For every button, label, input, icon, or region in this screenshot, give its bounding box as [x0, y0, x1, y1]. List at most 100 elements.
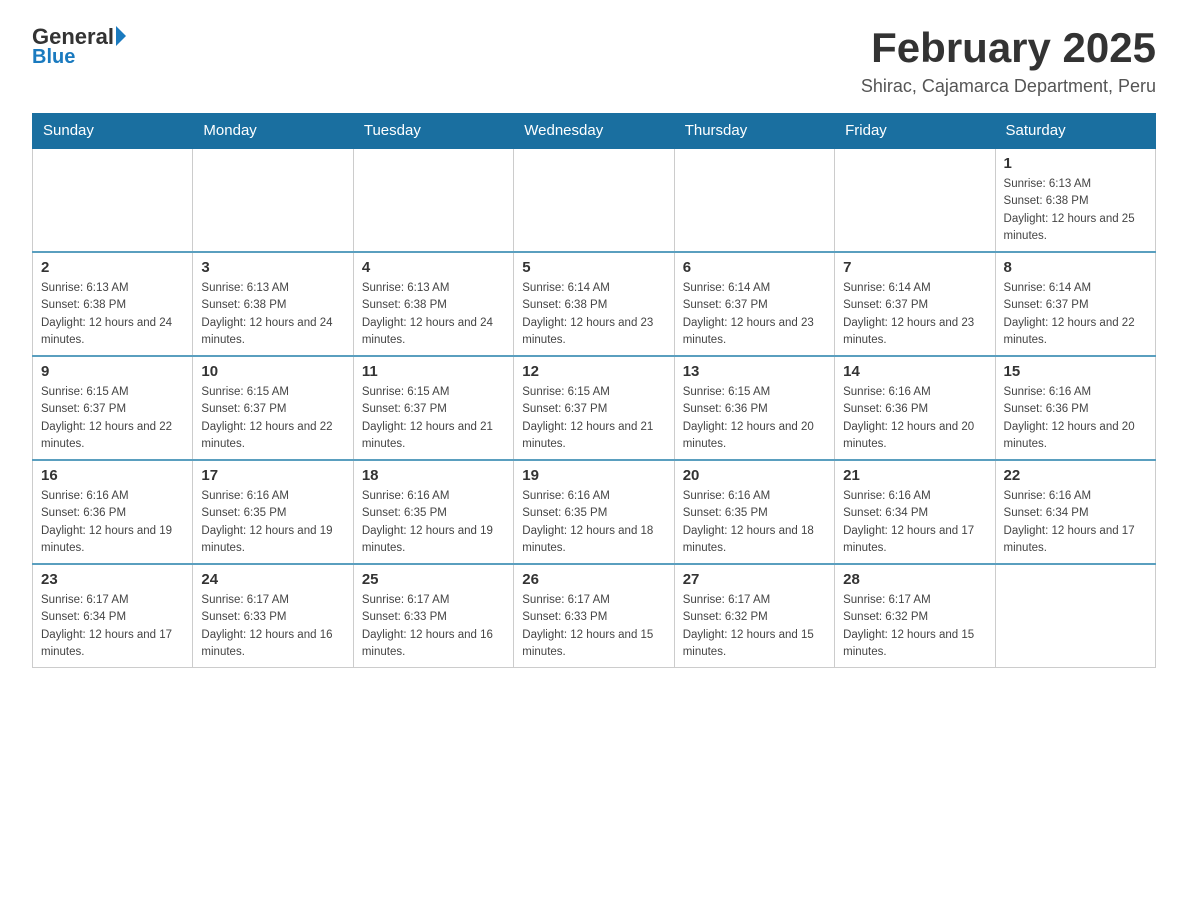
calendar-header-row: Sunday Monday Tuesday Wednesday Thursday…: [33, 114, 1156, 149]
day-number: 10: [201, 363, 344, 380]
calendar-day-cell: 23 Sunrise: 6:17 AMSunset: 6:34 PMDayligh…: [33, 564, 193, 668]
col-wednesday: Wednesday: [514, 114, 674, 149]
col-sunday: Sunday: [33, 114, 193, 149]
calendar-week-row: 2Sunrise: 6:13 AMSunset: 6:38 PMDaylight…: [33, 252, 1156, 356]
calendar-day-cell: 18 Sunrise: 6:16 AMSunset: 6:35 PMDayligh…: [353, 460, 513, 564]
day-info: Sunrise: 6:17 AMSunset: 6:33 PMDaylight:…: [522, 592, 665, 661]
col-saturday: Saturday: [995, 114, 1155, 149]
calendar-day-cell: 12 Sunrise: 6:15 AMSunset: 6:37 PMDayligh…: [514, 356, 674, 460]
calendar-day-cell: 9Sunrise: 6:15 AMSunset: 6:37 PMDaylight…: [33, 356, 193, 460]
day-info: Sunrise: 6:13 AMSunset: 6:38 PMDaylight:…: [1004, 176, 1147, 245]
day-number: 4: [362, 259, 505, 276]
calendar-day-cell: 5 Sunrise: 6:14 AMSunset: 6:38 PMDaylight…: [514, 252, 674, 356]
day-info: Sunrise: 6:14 AMSunset: 6:37 PMDaylight:…: [683, 280, 826, 349]
day-info: Sunrise: 6:15 AMSunset: 6:37 PMDaylight:…: [41, 384, 184, 453]
day-number: 14: [843, 363, 986, 380]
day-number: 20: [683, 467, 826, 484]
location-subtitle: Shirac, Cajamarca Department, Peru: [861, 76, 1156, 97]
day-number: 21: [843, 467, 986, 484]
calendar-day-cell: 16 Sunrise: 6:16 AMSunset: 6:36 PMDayligh…: [33, 460, 193, 564]
day-info: Sunrise: 6:15 AMSunset: 6:37 PMDaylight:…: [522, 384, 665, 453]
day-number: 12: [522, 363, 665, 380]
calendar-day-cell: 6 Sunrise: 6:14 AMSunset: 6:37 PMDaylight…: [674, 252, 834, 356]
calendar-day-cell: 1 Sunrise: 6:13 AMSunset: 6:38 PMDaylight…: [995, 148, 1155, 252]
logo: General Blue: [32, 24, 126, 69]
calendar-week-row: 9Sunrise: 6:15 AMSunset: 6:37 PMDaylight…: [33, 356, 1156, 460]
day-info: Sunrise: 6:13 AMSunset: 6:38 PMDaylight:…: [362, 280, 505, 349]
calendar-day-cell: 10 Sunrise: 6:15 AMSunset: 6:37 PMDayligh…: [193, 356, 353, 460]
calendar-day-cell: 22Sunrise: 6:16 AMSunset: 6:34 PMDayligh…: [995, 460, 1155, 564]
day-info: Sunrise: 6:14 AMSunset: 6:38 PMDaylight:…: [522, 280, 665, 349]
day-info: Sunrise: 6:17 AMSunset: 6:32 PMDaylight:…: [843, 592, 986, 661]
calendar-day-cell: 15Sunrise: 6:16 AMSunset: 6:36 PMDayligh…: [995, 356, 1155, 460]
day-number: 27: [683, 571, 826, 588]
day-info: Sunrise: 6:13 AMSunset: 6:38 PMDaylight:…: [201, 280, 344, 349]
day-number: 17: [201, 467, 344, 484]
calendar-week-row: 23 Sunrise: 6:17 AMSunset: 6:34 PMDayligh…: [33, 564, 1156, 668]
day-number: 6: [683, 259, 826, 276]
col-monday: Monday: [193, 114, 353, 149]
main-title: February 2025: [861, 24, 1156, 72]
calendar-day-cell: 13 Sunrise: 6:15 AMSunset: 6:36 PMDayligh…: [674, 356, 834, 460]
day-number: 1: [1004, 155, 1147, 172]
calendar-day-cell: 17 Sunrise: 6:16 AMSunset: 6:35 PMDayligh…: [193, 460, 353, 564]
calendar-day-cell: 21Sunrise: 6:16 AMSunset: 6:34 PMDayligh…: [835, 460, 995, 564]
day-number: 18: [362, 467, 505, 484]
day-number: 13: [683, 363, 826, 380]
calendar-week-row: 1 Sunrise: 6:13 AMSunset: 6:38 PMDaylight…: [33, 148, 1156, 252]
calendar-day-cell: [353, 148, 513, 252]
calendar-day-cell: [33, 148, 193, 252]
col-friday: Friday: [835, 114, 995, 149]
calendar-week-row: 16 Sunrise: 6:16 AMSunset: 6:36 PMDayligh…: [33, 460, 1156, 564]
day-info: Sunrise: 6:17 AMSunset: 6:32 PMDaylight:…: [683, 592, 826, 661]
day-info: Sunrise: 6:17 AMSunset: 6:33 PMDaylight:…: [201, 592, 344, 661]
day-info: Sunrise: 6:16 AMSunset: 6:36 PMDaylight:…: [843, 384, 986, 453]
calendar-day-cell: 20 Sunrise: 6:16 AMSunset: 6:35 PMDayligh…: [674, 460, 834, 564]
day-number: 8: [1004, 259, 1147, 276]
day-info: Sunrise: 6:15 AMSunset: 6:37 PMDaylight:…: [362, 384, 505, 453]
calendar-day-cell: [674, 148, 834, 252]
day-number: 22: [1004, 467, 1147, 484]
calendar-day-cell: 4 Sunrise: 6:13 AMSunset: 6:38 PMDaylight…: [353, 252, 513, 356]
day-number: 23: [41, 571, 184, 588]
day-number: 26: [522, 571, 665, 588]
day-number: 16: [41, 467, 184, 484]
page-header: General Blue February 2025 Shirac, Cajam…: [32, 24, 1156, 97]
calendar-day-cell: 25Sunrise: 6:17 AMSunset: 6:33 PMDayligh…: [353, 564, 513, 668]
calendar-day-cell: 7Sunrise: 6:14 AMSunset: 6:37 PMDaylight…: [835, 252, 995, 356]
calendar-day-cell: 19 Sunrise: 6:16 AMSunset: 6:35 PMDayligh…: [514, 460, 674, 564]
logo-blue-text: Blue: [32, 46, 75, 69]
logo-arrow-icon: [116, 26, 126, 46]
day-number: 15: [1004, 363, 1147, 380]
calendar-day-cell: [514, 148, 674, 252]
title-block: February 2025 Shirac, Cajamarca Departme…: [861, 24, 1156, 97]
day-info: Sunrise: 6:16 AMSunset: 6:35 PMDaylight:…: [683, 488, 826, 557]
calendar-day-cell: 24Sunrise: 6:17 AMSunset: 6:33 PMDayligh…: [193, 564, 353, 668]
day-info: Sunrise: 6:16 AMSunset: 6:35 PMDaylight:…: [362, 488, 505, 557]
day-info: Sunrise: 6:14 AMSunset: 6:37 PMDaylight:…: [1004, 280, 1147, 349]
calendar-day-cell: 2Sunrise: 6:13 AMSunset: 6:38 PMDaylight…: [33, 252, 193, 356]
calendar-day-cell: 28Sunrise: 6:17 AMSunset: 6:32 PMDayligh…: [835, 564, 995, 668]
day-info: Sunrise: 6:17 AMSunset: 6:34 PMDaylight:…: [41, 592, 184, 661]
calendar-table: Sunday Monday Tuesday Wednesday Thursday…: [32, 113, 1156, 668]
col-tuesday: Tuesday: [353, 114, 513, 149]
calendar-day-cell: 8 Sunrise: 6:14 AMSunset: 6:37 PMDaylight…: [995, 252, 1155, 356]
day-info: Sunrise: 6:15 AMSunset: 6:37 PMDaylight:…: [201, 384, 344, 453]
col-thursday: Thursday: [674, 114, 834, 149]
calendar-day-cell: 27 Sunrise: 6:17 AMSunset: 6:32 PMDayligh…: [674, 564, 834, 668]
day-info: Sunrise: 6:15 AMSunset: 6:36 PMDaylight:…: [683, 384, 826, 453]
day-info: Sunrise: 6:13 AMSunset: 6:38 PMDaylight:…: [41, 280, 184, 349]
calendar-day-cell: 3 Sunrise: 6:13 AMSunset: 6:38 PMDaylight…: [193, 252, 353, 356]
calendar-day-cell: 14 Sunrise: 6:16 AMSunset: 6:36 PMDayligh…: [835, 356, 995, 460]
day-info: Sunrise: 6:16 AMSunset: 6:35 PMDaylight:…: [522, 488, 665, 557]
calendar-day-cell: [835, 148, 995, 252]
calendar-day-cell: [193, 148, 353, 252]
day-info: Sunrise: 6:16 AMSunset: 6:36 PMDaylight:…: [41, 488, 184, 557]
day-number: 19: [522, 467, 665, 484]
day-info: Sunrise: 6:14 AMSunset: 6:37 PMDaylight:…: [843, 280, 986, 349]
day-info: Sunrise: 6:16 AMSunset: 6:35 PMDaylight:…: [201, 488, 344, 557]
day-number: 11: [362, 363, 505, 380]
calendar-day-cell: 26 Sunrise: 6:17 AMSunset: 6:33 PMDayligh…: [514, 564, 674, 668]
day-number: 3: [201, 259, 344, 276]
day-number: 5: [522, 259, 665, 276]
